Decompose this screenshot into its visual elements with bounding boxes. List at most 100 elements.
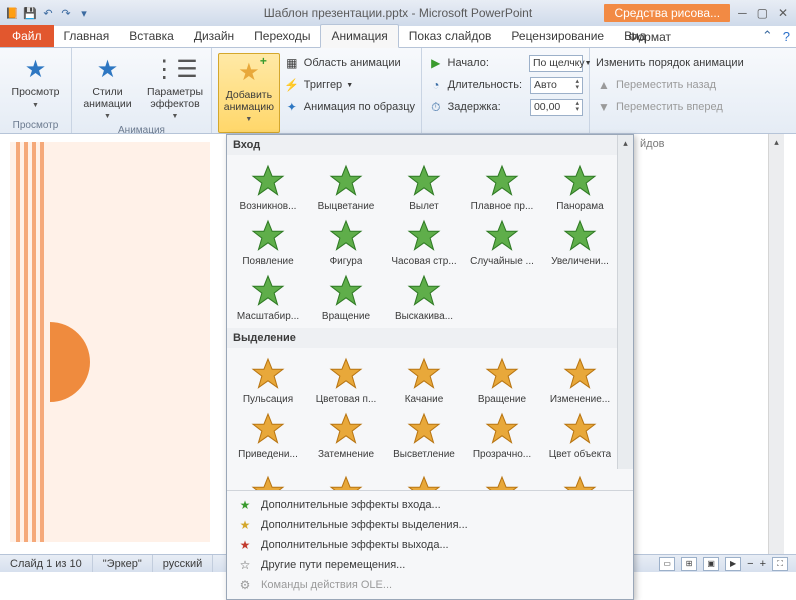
- gallery-item-label: Пульсация: [243, 394, 293, 405]
- gallery-item[interactable]: Масштабир...: [229, 269, 307, 324]
- restore-icon[interactable]: ▢: [753, 6, 772, 20]
- gallery-item[interactable]: Пульсация: [229, 352, 307, 407]
- gallery-item[interactable]: [307, 470, 385, 490]
- gallery-item[interactable]: Возникнов...: [229, 159, 307, 214]
- timing-start-row: ▶ Начало: По щелчку▼: [428, 53, 583, 73]
- gallery-item[interactable]: Вращение: [307, 269, 385, 324]
- gallery-item[interactable]: Плавное пр...: [463, 159, 541, 214]
- more-exit-effects[interactable]: ★Дополнительные эффекты выхода...: [227, 535, 633, 555]
- slide-thumbnail[interactable]: [10, 142, 210, 542]
- animation-painter-button[interactable]: ✦Анимация по образцу: [284, 97, 415, 117]
- start-label: Начало:: [448, 57, 526, 69]
- gallery-item[interactable]: Затемнение: [307, 407, 385, 462]
- minimize-icon[interactable]: ─: [734, 6, 751, 20]
- gallery-item[interactable]: Цвет объекта: [541, 407, 619, 462]
- gallery-item[interactable]: Панорама: [541, 159, 619, 214]
- triangle-down-icon: ▼: [596, 99, 612, 115]
- gallery-item[interactable]: Приведени...: [229, 407, 307, 462]
- contextual-tab-drawing[interactable]: Средства рисова...: [604, 4, 730, 22]
- gallery-item[interactable]: Изменение...: [541, 352, 619, 407]
- move-back-button[interactable]: ▲Переместить назад: [596, 75, 772, 95]
- preview-button[interactable]: ★ Просмотр ▼: [6, 51, 65, 112]
- window-title: Шаблон презентации.pptx - Microsoft Powe…: [264, 6, 532, 20]
- gallery-item[interactable]: [229, 470, 307, 490]
- close-icon[interactable]: ✕: [774, 6, 792, 20]
- timing-delay-row: ⏱ Задержка: 00,00▴▾: [428, 97, 583, 117]
- gallery-item[interactable]: Качание: [385, 352, 463, 407]
- styles-label: Стили анимации: [83, 86, 131, 110]
- tab-format[interactable]: Формат: [618, 26, 681, 48]
- tab-рецензирование[interactable]: Рецензирование: [501, 25, 614, 47]
- gallery-item[interactable]: Появление: [229, 214, 307, 269]
- status-slide-number[interactable]: Слайд 1 из 10: [0, 555, 93, 572]
- qat-customize-icon[interactable]: ▾: [76, 5, 92, 21]
- star-icon: [328, 411, 364, 447]
- tab-вставка[interactable]: Вставка: [119, 25, 184, 47]
- tab-file[interactable]: Файл: [0, 25, 54, 47]
- normal-view-button[interactable]: ▭: [659, 557, 675, 571]
- editor-scrollbar[interactable]: ▴: [768, 134, 784, 554]
- zoom-in-button[interactable]: +: [760, 558, 766, 570]
- gallery-item[interactable]: Выцветание: [307, 159, 385, 214]
- gallery-item[interactable]: Вылет: [385, 159, 463, 214]
- gallery-item-label: Цветовая п...: [316, 394, 377, 405]
- status-theme[interactable]: "Эркер": [93, 555, 153, 572]
- duration-spinner[interactable]: Авто▴▾: [530, 77, 583, 94]
- reading-view-button[interactable]: ▣: [703, 557, 719, 571]
- status-language[interactable]: русский: [153, 555, 213, 572]
- gallery-item[interactable]: Увеличени...: [541, 214, 619, 269]
- more-motion-paths[interactable]: ☆Другие пути перемещения...: [227, 555, 633, 575]
- gallery-scrollbar[interactable]: ▴: [617, 135, 633, 469]
- gallery-item[interactable]: Фигура: [307, 214, 385, 269]
- scroll-up-icon[interactable]: ▴: [769, 134, 784, 150]
- effect-options-button[interactable]: ⋮☰ Параметры эффектов ▼: [145, 51, 205, 124]
- tab-дизайн[interactable]: Дизайн: [184, 25, 244, 47]
- gallery-item[interactable]: Высветление: [385, 407, 463, 462]
- help-icon[interactable]: ?: [783, 29, 790, 44]
- gallery-item[interactable]: Цветовая п...: [307, 352, 385, 407]
- ribbon-minimize-icon[interactable]: ⌃: [762, 28, 773, 44]
- delay-label: Задержка:: [448, 101, 526, 113]
- scroll-up-icon[interactable]: ▴: [618, 135, 633, 151]
- more-entry-effects[interactable]: ★Дополнительные эффекты входа...: [227, 495, 633, 515]
- ribbon-group-preview: ★ Просмотр ▼ Просмотр: [0, 48, 72, 133]
- slide-thumbnail-pane[interactable]: [0, 134, 230, 554]
- gallery-item[interactable]: Вращение: [463, 352, 541, 407]
- gallery-item[interactable]: Прозрачно...: [463, 407, 541, 462]
- gallery-item[interactable]: [385, 470, 463, 490]
- more-emphasis-effects[interactable]: ★Дополнительные эффекты выделения...: [227, 515, 633, 535]
- animation-styles-button[interactable]: ★ Стили анимации ▼: [78, 51, 137, 124]
- star-icon: [250, 273, 286, 309]
- gallery-item[interactable]: Часовая стр...: [385, 214, 463, 269]
- gallery-section-title-entry: Вход: [227, 135, 633, 155]
- gallery-item[interactable]: Случайные ...: [463, 214, 541, 269]
- gallery-item-label: Часовая стр...: [391, 256, 456, 267]
- save-icon[interactable]: 💾: [22, 5, 38, 21]
- slideshow-view-button[interactable]: ▶: [725, 557, 741, 571]
- group-label-preview: Просмотр: [6, 119, 65, 133]
- zoom-out-button[interactable]: −: [747, 558, 753, 570]
- add-animation-button[interactable]: ★+ Добавить анимацию ▼: [218, 53, 280, 133]
- ribbon-group-timing: ▶ Начало: По щелчку▼ ◔ Длительность: Авт…: [422, 48, 590, 133]
- trigger-button[interactable]: ⚡Триггер ▼: [284, 75, 415, 95]
- start-dropdown[interactable]: По щелчку▼: [529, 55, 583, 72]
- delay-spinner[interactable]: 00,00▴▾: [530, 99, 583, 116]
- redo-icon[interactable]: ↷: [58, 5, 74, 21]
- star-icon: [406, 273, 442, 309]
- slide-stripe-decor: [16, 142, 48, 542]
- quick-access-toolbar: 📙 💾 ↶ ↷ ▾: [4, 5, 92, 21]
- gallery-emphasis-grid: Пульсация Цветовая п... КачаниеВращениеИзм…: [227, 348, 633, 466]
- gallery-item[interactable]: [541, 470, 619, 490]
- tab-переходы[interactable]: Переходы: [244, 25, 320, 47]
- undo-icon[interactable]: ↶: [40, 5, 56, 21]
- tab-анимация[interactable]: Анимация: [320, 24, 398, 48]
- fit-to-window-button[interactable]: ⛶: [772, 557, 788, 571]
- gallery-item[interactable]: [463, 470, 541, 490]
- tab-главная[interactable]: Главная: [54, 25, 120, 47]
- animation-pane-button[interactable]: ▦Область анимации: [284, 53, 415, 73]
- star-icon: [406, 356, 442, 392]
- move-forward-button[interactable]: ▼Переместить вперед: [596, 97, 772, 117]
- gallery-item[interactable]: Выскакива...: [385, 269, 463, 324]
- tab-показ слайдов[interactable]: Показ слайдов: [399, 25, 502, 47]
- sorter-view-button[interactable]: ⊞: [681, 557, 697, 571]
